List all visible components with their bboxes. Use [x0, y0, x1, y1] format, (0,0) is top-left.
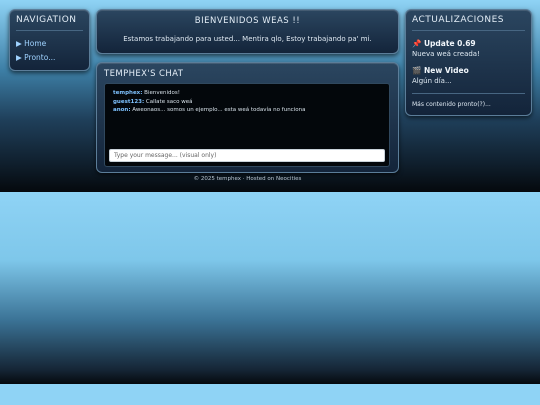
- update-sub: Algún día...: [412, 77, 452, 85]
- chat-user: temphex:: [113, 90, 143, 96]
- welcome-text: Estamos trabajando para usted... Mentira…: [123, 35, 372, 43]
- update-sub: Nueva weá creada!: [412, 50, 480, 58]
- clapper-icon: 🎬: [412, 66, 422, 75]
- welcome-panel: BIENVENIDOS WEAS !! Estamos trabajando p…: [96, 9, 399, 54]
- update-heading: Update 0.69: [423, 39, 476, 48]
- more-content-text: Más contenido pronto(?)...: [412, 93, 525, 108]
- chat-message-input[interactable]: [109, 149, 385, 162]
- chat-title: TEMPHEX'S CHAT: [104, 69, 184, 79]
- nav-item-pronto[interactable]: ▶ Pronto...: [16, 53, 83, 62]
- chat-text: Aweonaos... somos un ejemplo... esta weá…: [130, 107, 306, 113]
- update-entry: 🎬 New Video Algún día...: [412, 66, 525, 85]
- update-heading: New Video: [423, 66, 469, 75]
- footer-text: © 2025 temphex · Hosted on Neocities: [193, 176, 302, 182]
- update-entry: 📌 Update 0.69 Nueva weá creada!: [412, 39, 525, 58]
- chat-panel: TEMPHEX'S CHAT temphex: Bienvenidos! gue…: [96, 62, 399, 173]
- chat-message: temphex: Bienvenidos!: [113, 89, 383, 98]
- pin-icon: 📌: [412, 39, 422, 48]
- chat-message: anon: Aweonaos... somos un ejemplo... es…: [113, 106, 383, 115]
- chat-user: guest123:: [113, 98, 145, 105]
- updates-title: ACTUALIZACIONES: [412, 15, 525, 31]
- welcome-title: BIENVENIDOS WEAS !!: [194, 16, 301, 26]
- updates-panel: ACTUALIZACIONES 📌 Update 0.69 Nueva weá …: [405, 9, 532, 116]
- navigation-panel: NAVIGATION ▶ Home ▶ Pronto...: [9, 9, 90, 71]
- chat-text: Callate saco weá: [144, 98, 193, 105]
- chat-messages: temphex: Bienvenidos! guest123: Callate …: [113, 89, 383, 115]
- nav-item-home[interactable]: ▶ Home: [16, 39, 83, 48]
- navigation-title: NAVIGATION: [16, 15, 83, 31]
- chat-text: Bienvenidos!: [142, 90, 180, 96]
- chat-message: guest123: Callate saco weá: [113, 98, 383, 107]
- chat-box: temphex: Bienvenidos! guest123: Callate …: [104, 83, 390, 167]
- chat-user: anon:: [113, 107, 131, 113]
